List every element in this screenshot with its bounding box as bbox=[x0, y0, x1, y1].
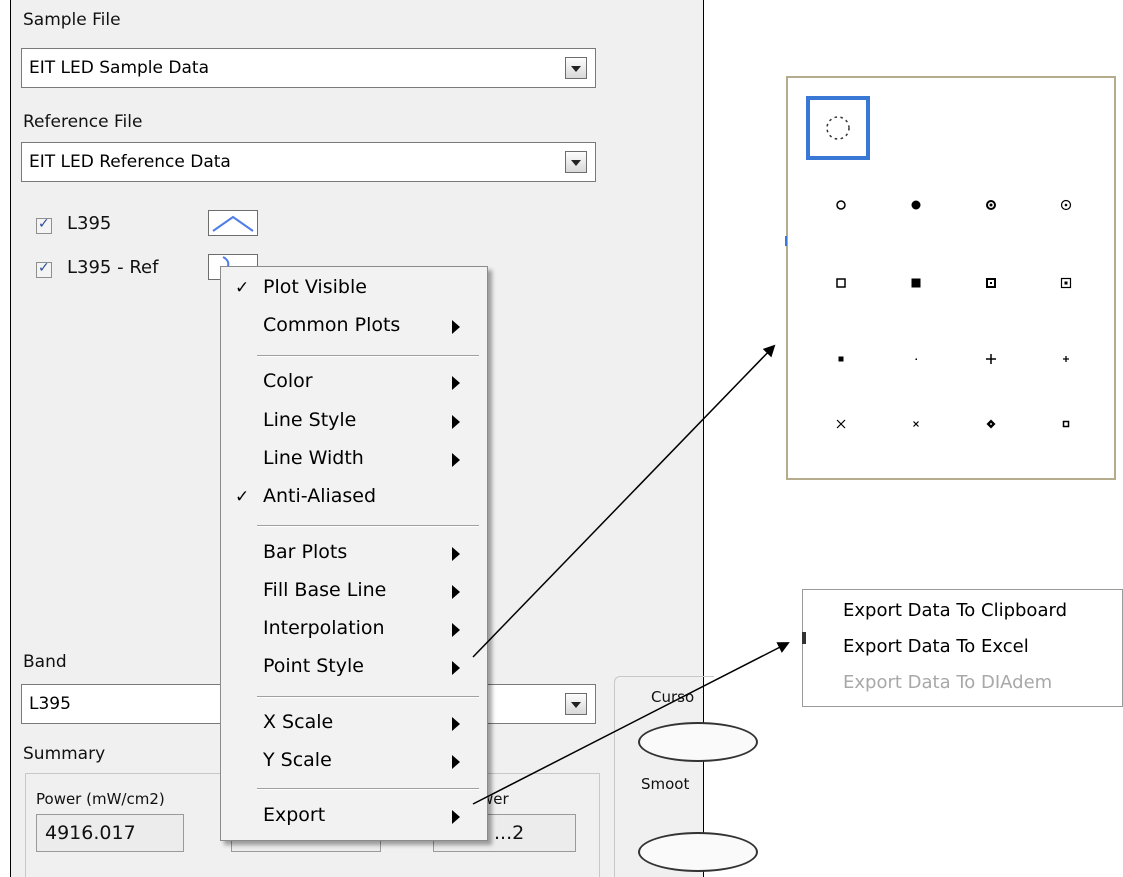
callout-arrows bbox=[472, 344, 790, 805]
export-callout-arrow bbox=[472, 642, 790, 805]
point-style-callout-arrow bbox=[472, 344, 776, 658]
